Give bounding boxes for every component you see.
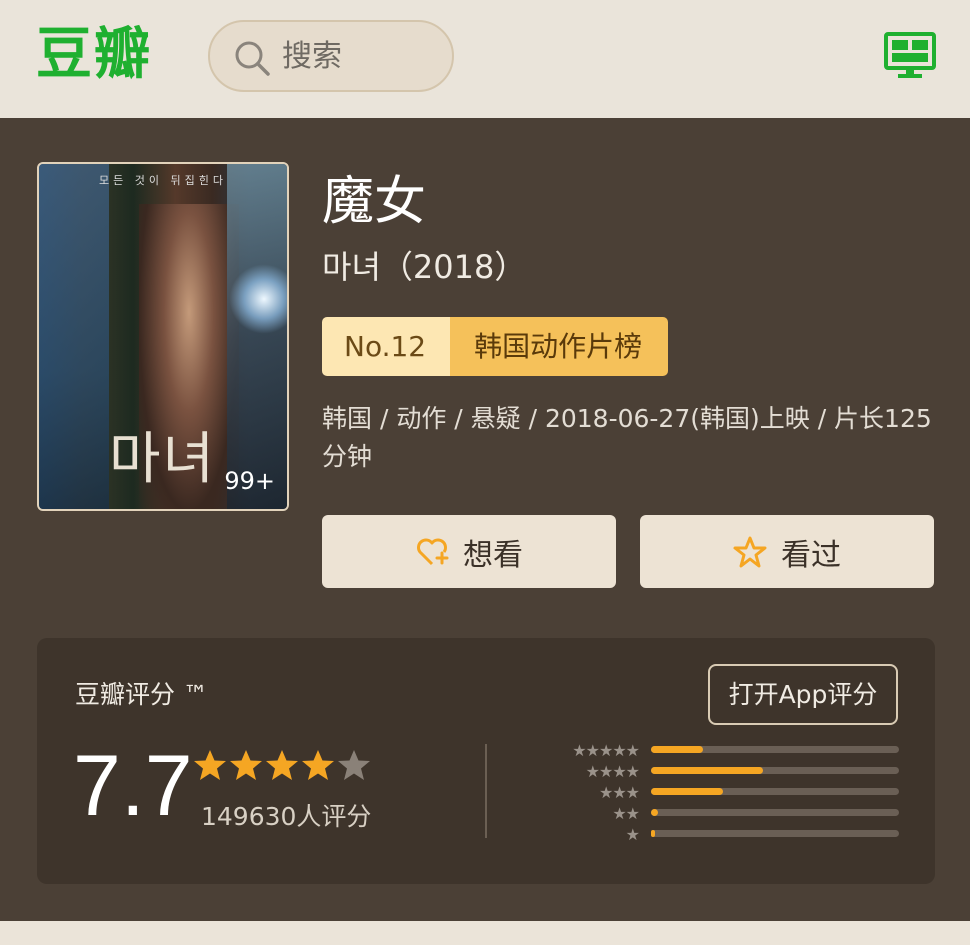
distribution-row: ★★★ [553,783,899,802]
distribution-row: ★★★★ [553,762,899,781]
rank-list-name: 韩国动作片榜 [450,317,669,376]
distribution-track [651,809,899,816]
rating-count[interactable]: 149630人评分 [201,798,371,836]
rating-title: 豆瓣评分 ™ [75,680,208,709]
want-label: 想看 [463,537,523,573]
seen-label: 看过 [781,537,841,573]
rank-number: No.12 [322,317,451,376]
want-to-watch-button[interactable]: 想看 [322,515,616,588]
watched-button[interactable]: 看过 [640,515,934,588]
star-filled-icon [230,750,262,780]
douban-logo[interactable]: 豆瓣 [36,20,152,90]
open-app-rate-button[interactable]: 打开App评分 [708,664,898,725]
star-filled-icon [194,750,226,780]
distribution-track [651,788,899,795]
top-bar: 豆瓣 搜索 [0,0,970,118]
distribution-track [651,767,899,774]
poster-panel [227,164,287,509]
poster-title: 마녀 [109,427,217,492]
distribution-fill [651,746,704,753]
star-outline-icon [733,536,767,567]
search-icon [235,41,270,76]
distribution-stars: ★ [625,825,640,844]
rating-stars [193,748,371,782]
movie-meta: 韩国 / 动作 / 悬疑 / 2018-06-27(韩国)上映 / 片长125分… [322,404,932,471]
distribution-fill [651,830,655,837]
search-box[interactable]: 搜索 [208,20,454,92]
distribution-fill [651,809,659,816]
distribution-stars: ★★ [612,804,640,823]
tv-icon[interactable] [884,32,936,80]
distribution-row: ★★★★★ [553,741,899,760]
distribution-track [651,746,899,753]
star-filled-icon [266,750,298,780]
distribution-fill [651,788,723,795]
distribution-fill [651,767,763,774]
distribution-row: ★★ [553,804,899,823]
movie-poster[interactable]: 모든 것이 뒤집힌다 마녀 99+ [37,162,289,511]
rating-score: 7.7 [73,738,193,834]
poster-panel [39,164,109,509]
distribution-stars: ★★★★ [585,762,640,781]
poster-tagline: 모든 것이 뒤집힌다 [99,174,227,187]
distribution-track [651,830,899,837]
heart-plus-icon [417,538,449,565]
rank-badge[interactable]: No.12 韩国动作片榜 [322,317,669,376]
rating-card: 豆瓣评分 ™ 打开App评分 7.7 149630人评分 ★★★★★ ★★★★ ★★… [37,638,935,884]
photo-count-badge: 99+ [224,467,275,495]
movie-title: 魔女 [322,172,427,232]
distribution-row: ★ [553,825,899,844]
star-empty-icon [338,750,370,780]
search-placeholder: 搜索 [282,39,342,74]
original-title: 마녀（2018） [322,248,527,286]
divider [485,744,487,838]
distribution-stars: ★★★ [598,783,640,802]
page-bottom-strip [0,921,970,945]
distribution-stars: ★★★★★ [572,741,640,760]
star-filled-icon [302,750,334,780]
